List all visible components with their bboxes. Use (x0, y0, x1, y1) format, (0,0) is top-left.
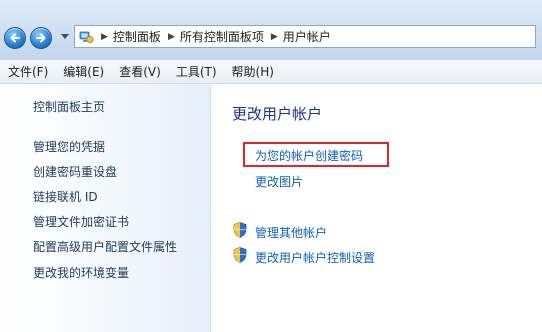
uac-shield-icon (233, 222, 247, 238)
task-sidebar: 控制面板主页 管理您的凭据 创建密码重设盘 链接联机 ID 管理文件加密证书 配… (0, 84, 211, 332)
create-password-link[interactable]: 为您的帐户创建密码 (255, 147, 363, 164)
breadcrumb-control-panel[interactable]: 控制面板 (113, 28, 161, 45)
back-button[interactable] (4, 27, 26, 49)
forward-arrow-icon (36, 33, 46, 43)
menu-tools[interactable]: 工具(T) (168, 63, 224, 80)
address-bar[interactable]: ▶ 控制面板 ▶ 所有控制面板项 ▶ 用户帐户 (74, 25, 536, 48)
breadcrumb-separator-icon: ▶ (270, 31, 278, 42)
menu-bar: 文件(F) 编辑(E) 查看(V) 工具(T) 帮助(H) (0, 60, 542, 84)
sidebar-link-home[interactable]: 控制面板主页 (33, 98, 105, 115)
breadcrumb-separator-icon: ▶ (167, 31, 175, 42)
menu-file[interactable]: 文件(F) (0, 63, 55, 80)
control-panel-icon (79, 29, 95, 45)
change-picture-link[interactable]: 更改图片 (255, 173, 303, 190)
sidebar-link-env-vars[interactable]: 更改我的环境变量 (33, 264, 129, 281)
sidebar-link-encryption-cert[interactable]: 管理文件加密证书 (33, 213, 129, 230)
breadcrumb-all-items[interactable]: 所有控制面板项 (180, 28, 264, 45)
history-dropdown-icon[interactable] (61, 34, 69, 39)
forward-button[interactable] (30, 27, 52, 49)
menu-edit[interactable]: 编辑(E) (55, 63, 111, 80)
menu-view[interactable]: 查看(V) (111, 63, 168, 80)
back-arrow-icon (10, 33, 20, 43)
navigation-bar: ▶ 控制面板 ▶ 所有控制面板项 ▶ 用户帐户 (0, 0, 542, 60)
sidebar-link-credentials[interactable]: 管理您的凭据 (33, 138, 105, 155)
page-title: 更改用户帐户 (232, 105, 323, 123)
uac-settings-link[interactable]: 更改用户帐户控制设置 (255, 249, 375, 266)
breadcrumb-separator-icon: ▶ (101, 31, 108, 42)
main-content: 更改用户帐户 为您的帐户创建密码 更改图片 管理其他帐户 更改用户帐户控制设置 (211, 84, 542, 332)
manage-other-accounts-link[interactable]: 管理其他帐户 (255, 224, 327, 241)
menu-help[interactable]: 帮助(H) (224, 63, 281, 80)
uac-shield-icon (233, 247, 247, 263)
sidebar-link-online-id[interactable]: 链接联机 ID (33, 188, 98, 205)
sidebar-link-profile-props[interactable]: 配置高级用户配置文件属性 (33, 238, 177, 255)
breadcrumb-user-accounts[interactable]: 用户帐户 (283, 28, 331, 45)
sidebar-link-reset-disk[interactable]: 创建密码重设盘 (33, 163, 117, 180)
